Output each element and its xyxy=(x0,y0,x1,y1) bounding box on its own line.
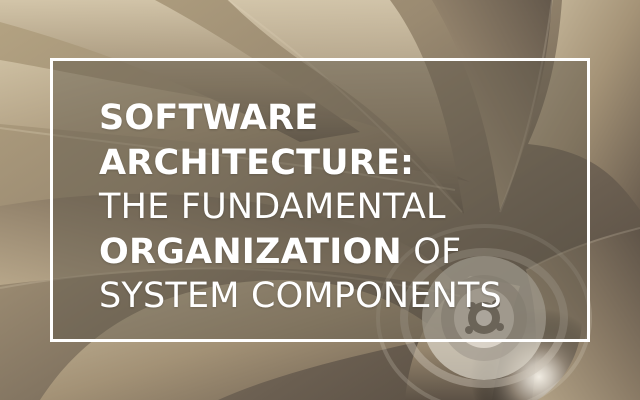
headline-line-4: ORGANIZATION OF xyxy=(99,230,569,275)
headline-line-2: ARCHITECTURE: xyxy=(99,142,415,183)
headline-line-4-bold: ORGANIZATION xyxy=(99,231,402,272)
hero-headline: SOFTWARE ARCHITECTURE: THE FUNDAMENTAL O… xyxy=(99,96,569,319)
headline-line-3: THE FUNDAMENTAL xyxy=(99,187,446,227)
headline-line-1: SOFTWARE xyxy=(99,98,319,138)
hero-scene: SOFTWARE ARCHITECTURE: THE FUNDAMENTAL O… xyxy=(0,0,640,400)
headline-line-4-light: OF xyxy=(401,231,462,272)
headline-line-5: SYSTEM COMPONENTS xyxy=(99,276,502,316)
